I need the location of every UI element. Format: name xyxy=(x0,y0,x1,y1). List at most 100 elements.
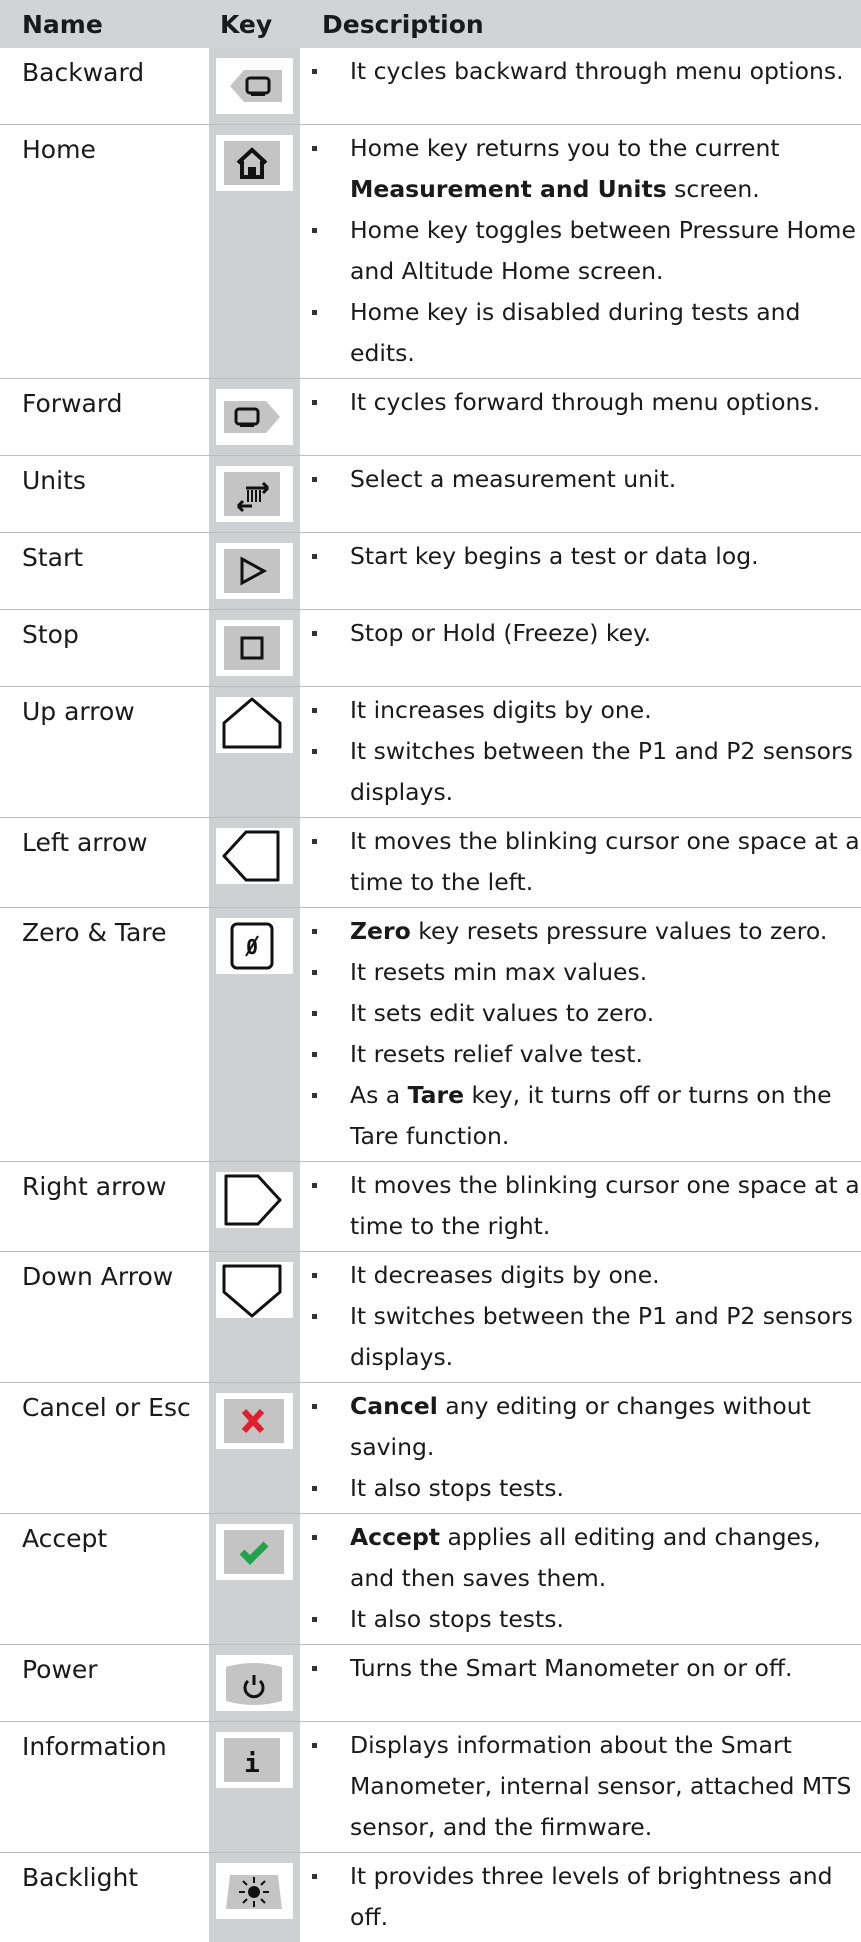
list-item: It cycles backward through menu options. xyxy=(300,51,861,92)
key-cell xyxy=(209,533,300,610)
key-cell xyxy=(209,1514,300,1645)
backlight-icon xyxy=(216,1863,293,1919)
key-cell xyxy=(209,610,300,687)
list-item: It also stops tests. xyxy=(300,1599,861,1640)
key-name: Information xyxy=(0,1722,209,1853)
list-item: Accept applies all editing and changes, … xyxy=(300,1517,861,1599)
key-cell xyxy=(209,1645,300,1722)
table-row: Stop Stop or Hold (Freeze) key. xyxy=(0,610,861,687)
key-name: Home xyxy=(0,125,209,379)
key-name: Zero & Tare xyxy=(0,908,209,1162)
table-row: Forward It cycles forward through menu op… xyxy=(0,379,861,456)
item-text: Start key begins a test or data log. xyxy=(350,542,759,570)
table-row: Down ArrowIt decreases digits by one.It … xyxy=(0,1252,861,1383)
list-item: Turns the Smart Manometer on or off. xyxy=(300,1648,861,1689)
item-text: It also stops tests. xyxy=(350,1605,564,1633)
table-row: Left arrow It moves the blinking cursor o… xyxy=(0,818,861,908)
table-row: Up arrow It increases digits by one. It sw… xyxy=(0,687,861,818)
units-icon xyxy=(216,466,293,522)
item-text: As a xyxy=(350,1081,408,1109)
item-text: Home key returns you to the current xyxy=(350,134,780,162)
list-item: Start key begins a test or data log. xyxy=(300,536,861,577)
item-text: It switches between the P1 and P2 sensor… xyxy=(350,1302,853,1371)
list-item: It cycles forward through menu options. xyxy=(300,382,861,423)
key-cell xyxy=(209,687,300,818)
key-description: Turns the Smart Manometer on or off. xyxy=(300,1645,861,1722)
key-description: Cancel any editing or changes without sa… xyxy=(300,1383,861,1514)
key-cell: i xyxy=(209,1722,300,1853)
key-name: Forward xyxy=(0,379,209,456)
key-description: Select a measurement unit. xyxy=(300,456,861,533)
item-text: Select a measurement unit. xyxy=(350,465,676,493)
table-row: Units Select a measurement unit. xyxy=(0,456,861,533)
item-text: It resets relief valve test. xyxy=(350,1040,643,1068)
item-text: screen. xyxy=(667,175,760,203)
key-description: It cycles backward through menu options. xyxy=(300,48,861,125)
key-description: Displays information about the Smart Man… xyxy=(300,1722,861,1853)
bold-term: Zero xyxy=(350,917,411,945)
item-text: It moves the blinking cursor one space a… xyxy=(350,827,860,896)
key-description: Accept applies all editing and changes, … xyxy=(300,1514,861,1645)
up-arrow-icon xyxy=(216,697,293,753)
key-reference-table: Name Key Description BackwardIt cycles b… xyxy=(0,0,861,1942)
key-description: It moves the blinking cursor one space a… xyxy=(300,1162,861,1252)
table-row: Right arrow It moves the blinking cursor … xyxy=(0,1162,861,1252)
key-description: Stop or Hold (Freeze) key. xyxy=(300,610,861,687)
key-cell xyxy=(209,818,300,908)
item-text: Stop or Hold (Freeze) key. xyxy=(350,619,651,647)
list-item: Select a measurement unit. xyxy=(300,459,861,500)
key-name: Right arrow xyxy=(0,1162,209,1252)
key-cell xyxy=(209,379,300,456)
power-icon xyxy=(216,1655,293,1711)
down-arrow-icon xyxy=(216,1262,293,1318)
list-item: Stop or Hold (Freeze) key. xyxy=(300,613,861,654)
key-name: Backlight xyxy=(0,1853,209,1942)
list-item: Cancel any editing or changes without sa… xyxy=(300,1386,861,1468)
item-text: It switches between the P1 and P2 sensor… xyxy=(350,737,853,806)
key-cell xyxy=(209,1162,300,1252)
key-cell xyxy=(209,48,300,125)
key-name: Units xyxy=(0,456,209,533)
key-description: It provides three levels of brightness a… xyxy=(300,1853,861,1942)
table-row: Cancel or Esc Cancel any editing or chang… xyxy=(0,1383,861,1514)
item-text: It cycles forward through menu options. xyxy=(350,388,820,416)
item-text: Displays information about the Smart Man… xyxy=(350,1731,851,1841)
list-item: It resets min max values. xyxy=(300,952,861,993)
key-cell xyxy=(209,1252,300,1383)
key-description: It increases digits by one. It switches b… xyxy=(300,687,861,818)
key-cell xyxy=(209,125,300,379)
header-name: Name xyxy=(0,0,209,48)
information-icon: i xyxy=(216,1732,293,1788)
start-icon xyxy=(216,543,293,599)
list-item: It sets edit values to zero. xyxy=(300,993,861,1034)
key-name: Stop xyxy=(0,610,209,687)
table-row: StartStart key begins a test or data log… xyxy=(0,533,861,610)
bold-term: Measurement and Units xyxy=(350,175,667,203)
left-arrow-icon xyxy=(216,828,293,884)
list-item: It switches between the P1 and P2 sensor… xyxy=(300,1296,861,1378)
item-text: It also stops tests. xyxy=(350,1474,564,1502)
list-item: It increases digits by one. xyxy=(300,690,861,731)
right-arrow-icon xyxy=(216,1172,293,1228)
item-text: Home key toggles between Pressure Home a… xyxy=(350,216,856,285)
key-name: Backward xyxy=(0,48,209,125)
stop-icon xyxy=(216,620,293,676)
key-name: Up arrow xyxy=(0,687,209,818)
key-name: Power xyxy=(0,1645,209,1722)
svg-text:i: i xyxy=(244,1749,260,1779)
key-name: Left arrow xyxy=(0,818,209,908)
key-cell xyxy=(209,456,300,533)
list-item: Home key is disabled during tests and ed… xyxy=(300,292,861,374)
bold-term: Accept xyxy=(350,1523,440,1551)
cancel-icon xyxy=(216,1393,293,1449)
table-row: Zero & Tare0 Zero key resets pressure val… xyxy=(0,908,861,1162)
key-description: Home key returns you to the current Meas… xyxy=(300,125,861,379)
accept-icon xyxy=(216,1524,293,1580)
bold-term: Tare xyxy=(408,1081,464,1109)
list-item: Home key returns you to the current Meas… xyxy=(300,128,861,210)
key-cell xyxy=(209,1383,300,1514)
key-cell: 0 xyxy=(209,908,300,1162)
item-text: key resets pressure values to zero. xyxy=(411,917,828,945)
table-row: Home Home key returns you to the current … xyxy=(0,125,861,379)
key-name: Cancel or Esc xyxy=(0,1383,209,1514)
